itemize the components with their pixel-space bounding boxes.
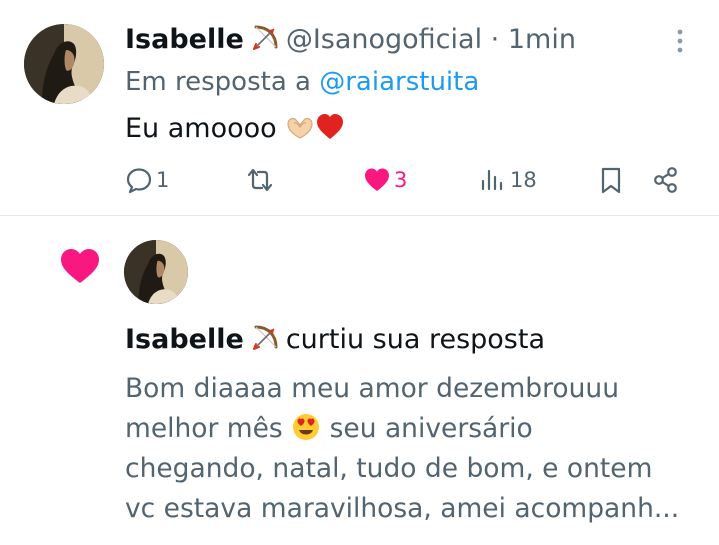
author-handle[interactable]: @Isanogoficial [286,24,482,55]
preview-line: Bom diaaaa meu amor dezembrouuu [125,373,620,404]
retweet-button[interactable] [245,160,277,200]
bookmark-button[interactable] [596,160,626,200]
share-button[interactable] [651,160,681,200]
notifications-screen: Isabelle @Isanogoficial · 1min Em respos… [0,0,719,545]
preview-line: vc estava maravilhosa, amei acompanh... [125,493,680,524]
author-name[interactable]: Isabelle [125,24,244,55]
preview-line: chegando, natal, tudo de bom, e ontem [125,453,653,484]
heart-hands-emoji-icon [285,112,315,142]
meta-separator: · [490,24,500,55]
avatar[interactable] [24,24,104,104]
views-button[interactable]: 18 [478,160,537,200]
views-chart-icon [481,169,503,191]
like-count: 3 [394,168,408,192]
like-button[interactable]: 3 [362,160,407,200]
reply-count: 1 [156,168,170,192]
bow-and-arrow-emoji-icon [250,23,280,53]
notification-action-text: curtiu sua resposta [285,324,546,355]
pink-heart-icon [58,244,102,288]
notification-actor-name[interactable]: Isabelle [125,324,244,355]
tweet-header: Isabelle @Isanogoficial · 1min [125,22,576,58]
notification-summary: Isabelle curtiu sua resposta [125,322,545,358]
tweet-text: Eu amoooo [125,111,345,147]
notification-avatar[interactable] [124,240,188,304]
reply-prefix: Em resposta a [125,67,311,97]
divider [0,215,719,216]
reply-icon [126,168,152,194]
bow-and-arrow-emoji-icon [250,323,280,353]
reply-button[interactable]: 1 [124,160,169,200]
bookmark-icon [601,167,621,194]
heart-eyes-emoji-icon [291,412,321,442]
tweet-timestamp[interactable]: 1min [508,24,576,55]
red-heart-emoji-icon [315,112,345,142]
preview-line: melhor mês seu aniversário [125,412,533,444]
views-count: 18 [510,168,537,192]
avatar-portrait [24,24,104,104]
more-options-icon[interactable] [668,26,692,56]
reply-context: Em resposta a @raiarstuita [125,64,479,100]
notification-preview[interactable]: Bom diaaaa meu amor dezembrouuu melhor m… [125,369,705,529]
tweet-text-content: Eu amoooo [125,113,277,144]
tweet-actions: 1 3 18 [0,160,719,200]
avatar-portrait [124,240,188,304]
retweet-icon [247,168,273,192]
share-icon [654,167,677,193]
heart-filled-icon [365,168,389,191]
reply-mention-link[interactable]: @raiarstuita [319,67,479,97]
